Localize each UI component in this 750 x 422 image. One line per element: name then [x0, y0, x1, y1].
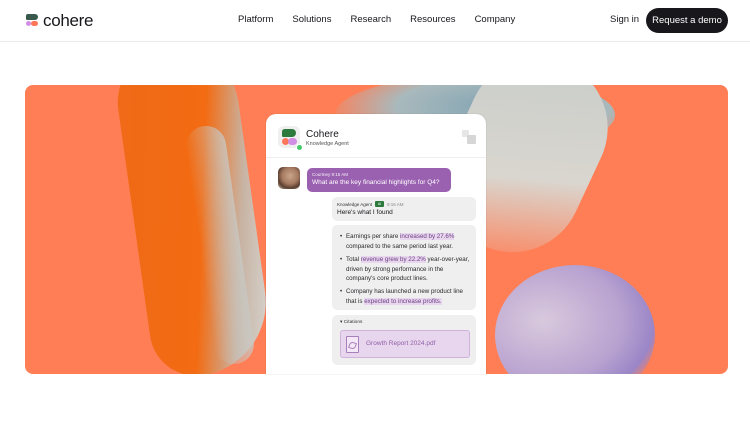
user-avatar: [278, 167, 300, 189]
ai-badge: AI: [375, 201, 384, 207]
citation-file-name: Growth Report 2024.pdf: [366, 340, 436, 347]
nav-link-research[interactable]: Research: [350, 14, 391, 25]
expand-icon[interactable]: [462, 130, 476, 144]
highlight: expected to increase profits.: [364, 297, 442, 305]
brand-name: cohere: [43, 11, 94, 30]
decorative-blob: [495, 265, 655, 374]
nav-link-resources[interactable]: Resources: [410, 14, 455, 25]
card-header: Cohere Knowledge Agent: [266, 114, 486, 158]
user-message-text: What are the key financial highlights fo…: [312, 179, 440, 186]
online-status-icon: [296, 144, 303, 151]
reply-sender: Knowledge Agent: [337, 202, 373, 207]
nav-links: Platform Solutions Research Resources Co…: [238, 14, 534, 25]
citations-panel: ▾ Citations Growth Report 2024.pdf: [332, 315, 476, 365]
findings-list: • Earnings per share increased by 27.6% …: [332, 225, 476, 310]
agent-name: Cohere: [306, 129, 339, 140]
top-nav: cohere Platform Solutions Research Resou…: [0, 0, 750, 42]
agent-reply-bubble: Knowledge Agent AI 9:16 AM Here's what I…: [332, 197, 476, 221]
nav-link-company[interactable]: Company: [475, 14, 516, 25]
nav-link-solutions[interactable]: Solutions: [292, 14, 331, 25]
list-item: • Earnings per share increased by 27.6% …: [340, 233, 455, 250]
highlight: revenue grew by 22.2%: [360, 256, 426, 263]
reply-timestamp: 9:16 AM: [387, 202, 404, 207]
request-demo-button[interactable]: Request a demo: [646, 8, 728, 33]
sign-in-link[interactable]: Sign in: [610, 14, 639, 25]
brand-logo[interactable]: cohere: [26, 11, 93, 31]
list-item: • Total revenue grew by 22.2% year-over-…: [340, 256, 470, 283]
nav-link-platform[interactable]: Platform: [238, 14, 273, 25]
pdf-file-icon: [346, 336, 359, 353]
citations-toggle[interactable]: ▾ Citations: [340, 320, 362, 325]
cohere-logo-icon: [26, 14, 38, 28]
reply-intro-text: Here's what I found: [337, 209, 393, 216]
highlight: increased by 27.6%: [400, 233, 455, 240]
agent-role: Knowledge Agent: [306, 141, 349, 147]
user-message-bubble: Courtney 9:15 AM What are the key financ…: [307, 168, 451, 192]
list-item: • Company has launched a new product lin…: [340, 288, 463, 305]
user-message-meta: Courtney 9:15 AM: [312, 172, 349, 177]
citation-file[interactable]: Growth Report 2024.pdf: [340, 330, 470, 358]
